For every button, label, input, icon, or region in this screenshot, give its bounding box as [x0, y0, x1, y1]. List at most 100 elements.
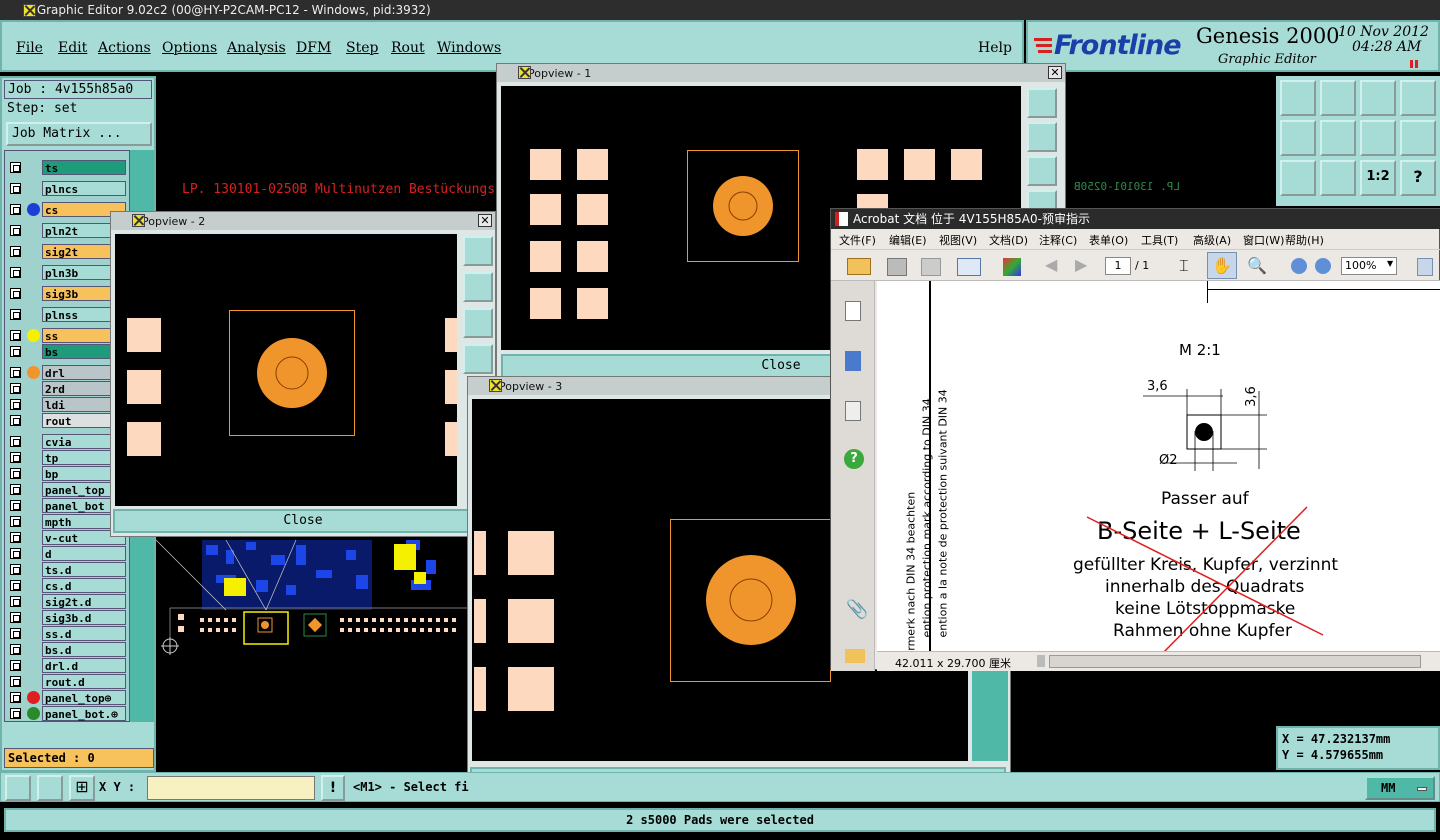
- layer-checkbox[interactable]: [10, 644, 21, 655]
- units-select[interactable]: MM: [1365, 776, 1435, 800]
- horizontal-scrollbar[interactable]: [1049, 655, 1421, 668]
- acrobat-document-view[interactable]: ermerk nach DIN 34 beachten ention prote…: [877, 281, 1440, 651]
- measure-icon[interactable]: [5, 775, 31, 801]
- layer-checkbox[interactable]: [10, 288, 21, 299]
- layer-row-sig2t-d[interactable]: sig2t.d: [10, 594, 130, 609]
- tool-home-icon[interactable]: [1360, 80, 1396, 116]
- popview-2-right-icon[interactable]: [463, 344, 493, 374]
- layer-checkbox[interactable]: [10, 708, 21, 719]
- job-matrix-button[interactable]: Job Matrix ...: [6, 122, 152, 146]
- menu-dfm[interactable]: DFM: [296, 40, 331, 56]
- layer-row-sig3b-d[interactable]: sig3b.d: [10, 610, 130, 625]
- fit-page-icon[interactable]: [1417, 258, 1433, 276]
- tool-window-icon[interactable]: [1400, 80, 1436, 116]
- layer-row-panel-top-[interactable]: panel_top⊕: [10, 690, 130, 705]
- attachment-icon[interactable]: 📎: [846, 599, 868, 620]
- menu-actions[interactable]: Actions: [98, 40, 151, 56]
- menu-analysis[interactable]: Analysis: [227, 40, 286, 56]
- popview-2-zoom-icon[interactable]: [463, 236, 493, 266]
- grid-icon[interactable]: ⊞: [69, 775, 95, 801]
- layer-checkbox[interactable]: [10, 415, 21, 426]
- menu-windows[interactable]: Windows: [437, 40, 501, 56]
- acrobat-menu-item[interactable]: 高级(A): [1193, 232, 1231, 248]
- help-icon[interactable]: ?: [844, 449, 864, 469]
- save-icon[interactable]: [921, 258, 941, 276]
- popview-2-close-button[interactable]: Close: [113, 509, 493, 533]
- layer-checkbox[interactable]: [10, 309, 21, 320]
- layer-row-rout-d[interactable]: rout.d: [10, 674, 130, 689]
- layer-row-ts-d[interactable]: ts.d: [10, 562, 130, 577]
- layer-checkbox[interactable]: [10, 225, 21, 236]
- layer-checkbox[interactable]: [10, 367, 21, 378]
- acrobat-titlebar[interactable]: Acrobat 文档 位于 4V155H85A0-预审指示: [831, 209, 1440, 229]
- layer-row-panel-bot--[interactable]: panel_bot.⊕: [10, 706, 130, 721]
- bookmarks-icon[interactable]: [845, 351, 861, 371]
- layer-row-drl-d[interactable]: drl.d: [10, 658, 130, 673]
- layer-checkbox[interactable]: [10, 676, 21, 687]
- layer-checkbox[interactable]: [10, 596, 21, 607]
- next-page-icon[interactable]: ▶: [1075, 255, 1087, 274]
- acrobat-menu-item[interactable]: 编辑(E): [889, 232, 927, 248]
- layer-checkbox[interactable]: [10, 660, 21, 671]
- popview-1-up-icon[interactable]: [1027, 122, 1057, 152]
- signatures-icon[interactable]: [845, 401, 861, 421]
- layer-checkbox[interactable]: [10, 612, 21, 623]
- tool-redraw-icon[interactable]: [1400, 120, 1436, 156]
- tool-help-icon[interactable]: ?: [1400, 160, 1436, 196]
- pcb-view[interactable]: [156, 530, 476, 660]
- layer-checkbox[interactable]: [10, 692, 21, 703]
- menu-help[interactable]: Help: [978, 40, 1012, 56]
- acrobat-menu-item[interactable]: 帮助(H): [1285, 232, 1324, 248]
- zoom-tool-icon[interactable]: 🔍: [1247, 256, 1267, 275]
- chevron-down-icon[interactable]: ▼: [1387, 259, 1393, 268]
- xy-input[interactable]: [147, 776, 315, 800]
- layer-checkbox[interactable]: [10, 436, 21, 447]
- popview-2-close-icon[interactable]: ✕: [478, 214, 492, 227]
- zoom-out-icon[interactable]: [1291, 258, 1307, 274]
- prev-page-icon[interactable]: ◀: [1045, 255, 1057, 274]
- popview-2-up-icon[interactable]: [463, 272, 493, 302]
- pages-icon[interactable]: [845, 301, 861, 321]
- layer-row-plncs[interactable]: plncs: [10, 181, 130, 196]
- menu-edit[interactable]: Edit: [58, 40, 87, 56]
- layer-checkbox[interactable]: [10, 548, 21, 559]
- acrobat-menu-item[interactable]: 注释(C): [1039, 232, 1077, 248]
- acrobat-menu-item[interactable]: 文档(D): [989, 232, 1028, 248]
- layer-checkbox[interactable]: [10, 330, 21, 341]
- menu-file[interactable]: File: [16, 40, 43, 56]
- acrobat-menu-item[interactable]: 窗口(W): [1243, 232, 1284, 248]
- tool-pan-right-icon[interactable]: [1320, 120, 1356, 156]
- hand-tool-icon[interactable]: ✋: [1207, 252, 1237, 279]
- popview-1-titlebar[interactable]: Popview - 1: [497, 64, 1065, 82]
- menu-options[interactable]: Options: [162, 40, 217, 56]
- popview-1-close-icon[interactable]: ✕: [1048, 66, 1062, 79]
- exclamation-icon[interactable]: !: [321, 775, 345, 801]
- popview-1-zoom-icon[interactable]: [1027, 88, 1057, 118]
- layer-checkbox[interactable]: [10, 183, 21, 194]
- layer-checkbox[interactable]: [10, 468, 21, 479]
- layer-checkbox[interactable]: [10, 564, 21, 575]
- page-number-input[interactable]: 1: [1105, 257, 1131, 275]
- layer-checkbox[interactable]: [10, 484, 21, 495]
- popview-2-canvas[interactable]: [115, 234, 457, 506]
- tool-pan-left-icon[interactable]: [1280, 120, 1316, 156]
- layer-checkbox[interactable]: [10, 246, 21, 257]
- splitter-handle[interactable]: [1037, 655, 1045, 667]
- angle-measure-icon[interactable]: [37, 775, 63, 801]
- layer-checkbox[interactable]: [10, 516, 21, 527]
- comments-icon[interactable]: [845, 649, 865, 663]
- popview-1-down-icon[interactable]: [1027, 156, 1057, 186]
- tool-zoom-1to1-icon[interactable]: 1:2: [1360, 160, 1396, 196]
- tool-pan-up-icon[interactable]: [1280, 80, 1316, 116]
- zoom-in-icon[interactable]: [1315, 258, 1331, 274]
- acrobat-menu-item[interactable]: 表单(O): [1089, 232, 1128, 248]
- open-folder-icon[interactable]: [847, 258, 871, 275]
- menu-step[interactable]: Step: [346, 40, 378, 56]
- layer-row-cs-d[interactable]: cs.d: [10, 578, 130, 593]
- email-icon[interactable]: [957, 258, 981, 276]
- popview-2-titlebar[interactable]: Popview - 2: [111, 212, 495, 230]
- menu-rout[interactable]: Rout: [391, 40, 425, 56]
- layer-checkbox[interactable]: [10, 267, 21, 278]
- popview-2-down-icon[interactable]: [463, 308, 493, 338]
- tool-refresh-icon[interactable]: [1360, 120, 1396, 156]
